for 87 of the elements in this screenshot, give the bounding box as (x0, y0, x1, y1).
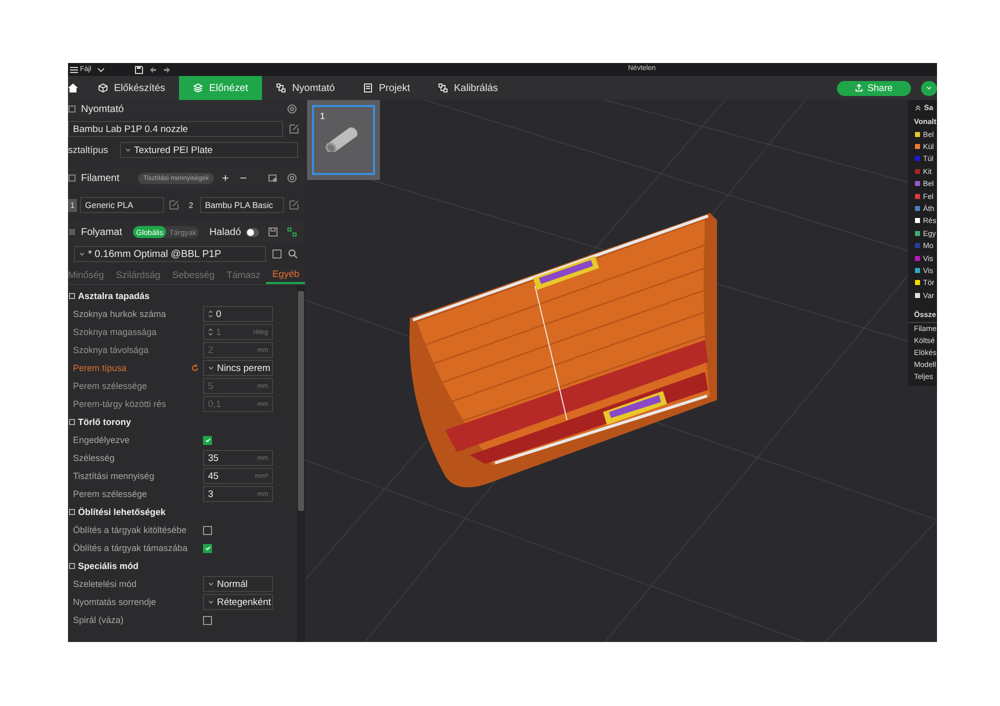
caret-icon (79, 251, 85, 257)
plate-thumbnail[interactable]: 1 (307, 100, 380, 180)
setting-label: Szoknya magassága (73, 327, 158, 337)
settings-icon[interactable] (287, 104, 297, 114)
document-icon (362, 83, 373, 93)
filament-select[interactable]: Generic PLA (80, 197, 164, 213)
filament-select[interactable]: Bambu PLA Basic (200, 197, 284, 213)
caret-icon (208, 599, 214, 605)
menu-icon[interactable] (70, 66, 78, 74)
setting-label: Öblítés a tárgyak kitöltésébe (73, 525, 188, 535)
edit-icon[interactable] (289, 200, 299, 210)
collapse-icon[interactable] (915, 104, 921, 110)
section-title: Filament (81, 172, 120, 184)
reset-icon[interactable] (191, 364, 199, 372)
section-icon (69, 293, 75, 299)
section-icon (69, 509, 75, 515)
setting-label: Perem szélessége (73, 489, 148, 499)
setting-label: Nyomtatás sorrendje (73, 597, 158, 607)
setting-select[interactable]: Rétegenként (203, 594, 273, 610)
section-title: Öblítési lehetőségek (78, 507, 166, 517)
setting-label: Perem-tárgy közötti rés (73, 399, 168, 409)
setting-label: Szoknya távolsága (73, 345, 150, 355)
top-tab[interactable]: Előkészítés (84, 76, 180, 100)
section-icon (69, 563, 75, 569)
top-tab[interactable]: Nyomtató (262, 76, 349, 100)
edit-icon[interactable] (169, 200, 179, 210)
section-title: Speciális mód (78, 561, 139, 571)
setting-label: Perem típusa (73, 363, 128, 373)
setting-select[interactable]: Nincs perem (203, 360, 273, 376)
plate-number: 1 (320, 111, 326, 121)
home-icon[interactable] (68, 83, 78, 93)
redo-icon[interactable] (163, 66, 172, 74)
settings-icon[interactable] (287, 173, 297, 183)
dropdown-button[interactable] (921, 80, 937, 96)
printer-select[interactable]: Bambu Lab P1P 0.4 nozzle (68, 121, 283, 137)
setting-input[interactable]: 0 (203, 306, 273, 322)
setting-label: Szeletelési mód (73, 579, 138, 589)
search-icon[interactable] (288, 249, 298, 259)
checkbox[interactable] (203, 436, 212, 444)
section-title: Nyomtató (81, 104, 124, 114)
checkbox[interactable] (203, 544, 212, 552)
setting-label: Tisztítási mennyiség (73, 471, 156, 481)
nodes-icon (276, 83, 286, 93)
caret-icon (125, 147, 131, 153)
check-icon (204, 437, 210, 443)
advanced-label: Haladó (209, 226, 242, 238)
printer-icon (68, 105, 76, 113)
stepper-icon[interactable] (208, 309, 213, 319)
cube-icon (98, 83, 108, 93)
upload-icon (855, 84, 864, 92)
field-label: sztaltípus (68, 144, 110, 156)
check-icon (204, 545, 210, 551)
layers-icon (193, 83, 204, 93)
plate-type-select[interactable]: Textured PEI Plate (120, 142, 298, 158)
undo-icon[interactable] (149, 66, 158, 74)
setting-label: Engedélyezve (73, 435, 131, 445)
add-button[interactable]: + (218, 171, 232, 185)
setting-label: Szélesség (73, 453, 116, 463)
setting-label: Perem szélessége (73, 381, 148, 391)
caret-icon[interactable] (97, 66, 106, 74)
section-title: Törlő torony (78, 417, 131, 427)
scrollbar[interactable] (297, 285, 305, 642)
filament-number: 1 (68, 198, 77, 212)
caret-icon (208, 581, 214, 587)
checkbox[interactable] (203, 526, 212, 534)
section-title: Asztalra tapadás (78, 291, 150, 301)
caret-icon (208, 365, 214, 371)
remove-button[interactable]: − (236, 171, 250, 185)
process-preset-select[interactable]: * 0.16mm Optimal @BBL P1P (74, 246, 266, 262)
setting-label: Spirál (váza) (73, 615, 125, 625)
advanced-switch[interactable] (246, 228, 259, 236)
setting-select[interactable]: Normál (203, 576, 273, 592)
caret-icon (926, 85, 932, 91)
edit-icon[interactable] (289, 124, 299, 134)
top-tab[interactable]: Kalibrálás (424, 76, 512, 100)
sync-icon[interactable] (268, 173, 278, 183)
setting-label: Öblítés a tárgyak támaszába (73, 543, 189, 553)
section-icon (69, 419, 75, 425)
section-title: Folyamat (81, 226, 122, 238)
top-tab[interactable]: Projekt (348, 76, 424, 100)
nodes-icon (438, 83, 448, 93)
process-icon (68, 228, 76, 236)
setting-label: Szoknya hurkok száma (73, 309, 168, 319)
checkbox[interactable] (203, 616, 212, 624)
compare-icon[interactable] (287, 227, 297, 237)
spool-icon (68, 174, 76, 182)
filament-number: 2 (188, 200, 194, 212)
